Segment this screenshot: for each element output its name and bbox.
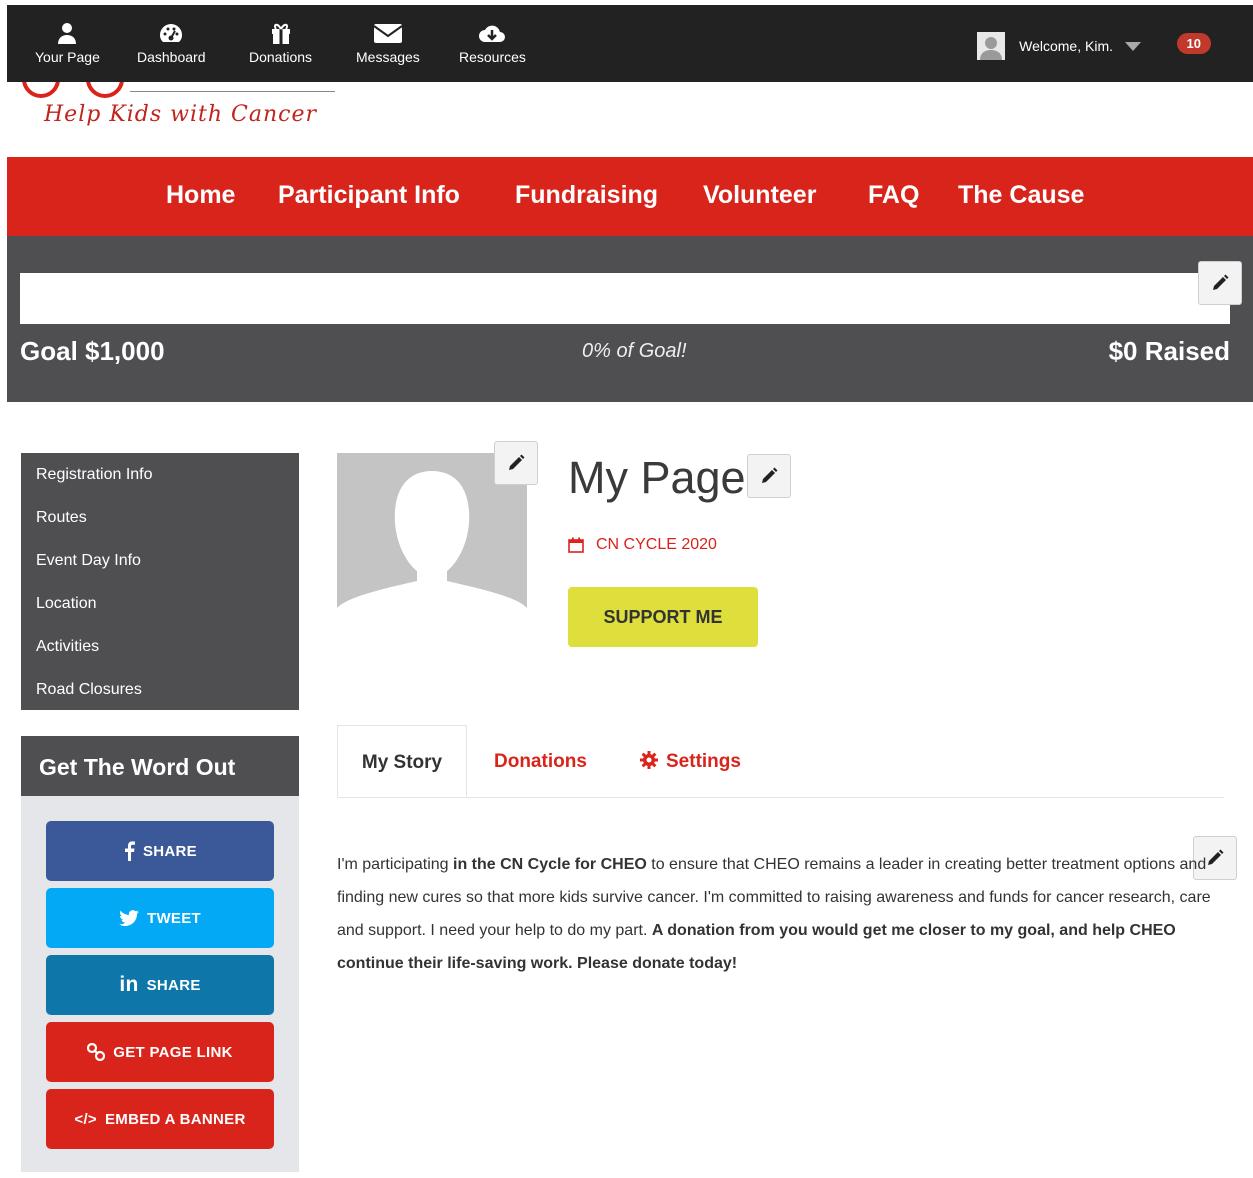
gear-icon — [640, 751, 658, 769]
tab-settings[interactable]: Settings — [640, 725, 741, 797]
embed-banner-label: EMBED A BANNER — [105, 1110, 246, 1128]
admin-resources[interactable]: Resources — [459, 21, 526, 65]
admin-your-page[interactable]: Your Page — [35, 21, 100, 65]
nav-fundraising[interactable]: Fundraising — [515, 181, 658, 210]
admin-donations[interactable]: Donations — [249, 21, 312, 65]
goal-percent: 0% of Goal! — [582, 340, 687, 362]
admin-dashboard-label: Dashboard — [137, 49, 206, 65]
support-me-button[interactable]: SUPPORT ME — [568, 587, 758, 647]
edit-progress-button[interactable] — [1198, 261, 1242, 305]
raised-amount: $0 Raised — [1108, 336, 1230, 366]
code-icon: </> — [74, 1110, 97, 1128]
cloud-download-icon — [479, 25, 506, 42]
gift-icon — [271, 23, 290, 44]
twitter-icon — [119, 910, 139, 926]
welcome-menu[interactable]: Welcome, Kim. — [977, 32, 1141, 60]
site-logo[interactable]: Help Kids with Cancer — [20, 82, 340, 152]
facebook-icon — [123, 841, 135, 861]
embed-banner-button[interactable]: </> EMBED A BANNER — [46, 1089, 274, 1149]
tab-donations[interactable]: Donations — [494, 725, 587, 797]
event-name: CN CYCLE 2020 — [596, 536, 717, 553]
progress-bar — [20, 273, 1230, 324]
admin-donations-label: Donations — [249, 49, 313, 65]
participant-side-menu: Registration Info Routes Event Day Info … — [21, 453, 299, 710]
twitter-tweet-button[interactable]: TWEET — [46, 888, 274, 948]
logo-rule — [130, 91, 335, 92]
logo-tagline: Help Kids with Cancer — [44, 102, 318, 127]
get-page-link-label: GET PAGE LINK — [113, 1043, 233, 1061]
linkedin-share-label: SHARE — [146, 976, 201, 994]
nav-participant-info[interactable]: Participant Info — [278, 181, 460, 210]
goal-amount: Goal $1,000 — [20, 336, 165, 366]
logo-ring-right — [86, 82, 124, 98]
main-nav: Home Participant Info Fundraising Volunt… — [7, 157, 1253, 236]
side-menu-activities[interactable]: Activities — [21, 625, 299, 668]
pencil-icon — [509, 454, 525, 470]
pencil-icon — [1213, 274, 1229, 290]
page-title: My Page — [568, 452, 746, 503]
facebook-share-button[interactable]: SHARE — [46, 821, 274, 881]
notification-badge[interactable]: 10 — [1176, 33, 1211, 54]
pencil-icon — [762, 467, 778, 483]
admin-messages[interactable]: Messages — [356, 21, 420, 65]
nav-home[interactable]: Home — [166, 181, 235, 210]
linkedin-share-button[interactable]: in SHARE — [46, 955, 274, 1015]
facebook-share-label: SHARE — [142, 842, 197, 860]
admin-dashboard[interactable]: Dashboard — [137, 21, 206, 65]
dashboard-icon — [160, 24, 183, 42]
tab-settings-label: Settings — [666, 751, 741, 772]
side-menu-location[interactable]: Location — [21, 582, 299, 625]
nav-faq[interactable]: FAQ — [868, 181, 919, 210]
side-menu-routes[interactable]: Routes — [21, 496, 299, 539]
edit-title-button[interactable] — [747, 454, 791, 498]
side-menu-road-closures[interactable]: Road Closures — [21, 668, 299, 711]
get-page-link-button[interactable]: GET PAGE LINK — [46, 1022, 274, 1082]
avatar — [977, 32, 1006, 60]
twitter-tweet-label: TWEET — [147, 909, 201, 927]
chevron-down-icon — [1125, 41, 1141, 51]
nav-the-cause[interactable]: The Cause — [958, 181, 1084, 210]
linkedin-icon: in — [119, 973, 139, 996]
story-part-1: I'm participating — [337, 856, 453, 873]
admin-your-page-label: Your Page — [35, 49, 100, 65]
side-menu-registration-info[interactable]: Registration Info — [21, 453, 299, 496]
event-link[interactable]: CN CYCLE 2020 — [568, 536, 717, 554]
admin-resources-label: Resources — [459, 49, 526, 65]
link-icon — [87, 1043, 106, 1061]
share-panel-title: Get The Word Out — [21, 736, 299, 796]
fundraising-progress: Goal $1,000 0% of Goal! $0 Raised — [7, 236, 1253, 402]
story-bold-1: in the CN Cycle for CHEO — [453, 856, 647, 873]
admin-messages-label: Messages — [356, 49, 420, 65]
edit-photo-button[interactable] — [494, 441, 538, 485]
user-icon — [58, 23, 77, 44]
avatar-silhouette-icon — [977, 32, 1006, 60]
side-menu-event-day-info[interactable]: Event Day Info — [21, 539, 299, 582]
profile-tabs: My Story Donations Settings — [337, 725, 1224, 798]
tab-my-story[interactable]: My Story — [337, 725, 467, 797]
calendar-icon — [568, 537, 584, 553]
nav-volunteer[interactable]: Volunteer — [703, 181, 816, 210]
share-panel: Get The Word Out SHARE TWEET in SHARE GE… — [21, 736, 299, 1172]
admin-bar: Your Page Dashboard Donations Messages R… — [7, 5, 1253, 82]
welcome-text: Welcome, Kim. — [1019, 38, 1113, 54]
story-text: I'm participating in the CN Cycle for CH… — [337, 848, 1217, 980]
envelope-icon — [373, 24, 403, 43]
logo-ring-left — [22, 82, 60, 98]
